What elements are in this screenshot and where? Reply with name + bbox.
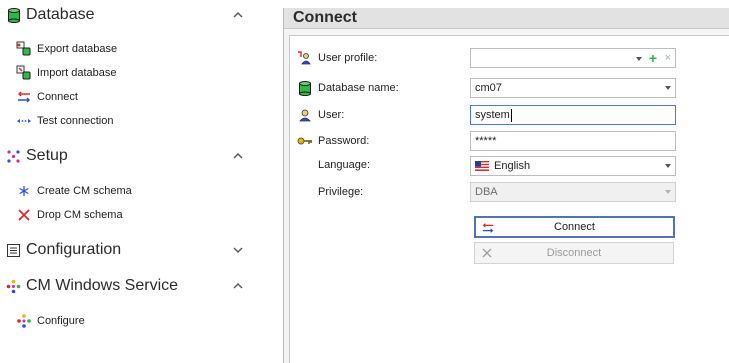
export-database-icon — [16, 41, 32, 57]
setup-dots-icon — [6, 149, 21, 164]
sidebar-item-test-connection[interactable]: Test connection — [16, 111, 113, 131]
sidebar-item-label: Export database — [37, 43, 118, 55]
sidebar-item-label: Drop CM schema — [37, 209, 123, 221]
group-header-configuration[interactable]: Configuration — [0, 237, 262, 263]
group-title: Database — [26, 6, 95, 23]
service-dots-icon — [6, 279, 21, 294]
sidebar-item-connect[interactable]: Connect — [16, 87, 78, 107]
chevron-down-icon[interactable] — [636, 57, 642, 61]
add-icon[interactable]: + — [649, 50, 657, 66]
chevron-down-icon[interactable] — [665, 86, 671, 90]
disconnect-x-icon — [480, 246, 494, 260]
sidebar-item-label: Test connection — [37, 115, 114, 127]
sidebar-item-drop-cm-schema[interactable]: Drop CM schema — [16, 205, 123, 225]
database-icon — [297, 80, 313, 96]
user-value: system — [475, 109, 510, 121]
chevron-down-icon[interactable] — [665, 164, 671, 168]
configure-dots-icon — [16, 313, 32, 329]
import-database-icon — [16, 65, 32, 81]
key-icon — [297, 133, 313, 149]
chevron-up-icon[interactable] — [232, 150, 244, 162]
connect-button-label: Connect — [554, 221, 595, 233]
user-label: User: — [318, 109, 345, 121]
language-value: English — [494, 160, 531, 172]
sidebar-item-label: Connect — [37, 91, 78, 103]
text-caret — [510, 108, 512, 122]
database-name-label: Database name: — [318, 82, 399, 94]
user-icon — [297, 107, 313, 123]
group-title: Configuration — [26, 241, 122, 258]
password-input[interactable]: ***** — [470, 131, 676, 151]
snowflake-icon — [16, 183, 32, 199]
splitter[interactable] — [270, 0, 284, 363]
database-name-select[interactable]: cm07 — [470, 78, 676, 98]
us-flag-icon — [475, 161, 489, 171]
privilege-select[interactable]: DBA — [470, 182, 676, 202]
password-label: Password: — [318, 135, 370, 147]
user-profile-icon — [297, 50, 313, 66]
group-header-cm-windows-service[interactable]: CM Windows Service — [0, 273, 262, 299]
user-profile-label: User profile: — [318, 52, 378, 64]
sidebar-item-label: Create CM schema — [37, 185, 132, 197]
sidebar-item-label: Import database — [37, 67, 117, 79]
privilege-label: Privilege: — [318, 186, 364, 198]
configuration-list-icon — [6, 243, 21, 258]
sidebar-item-create-cm-schema[interactable]: Create CM schema — [16, 181, 132, 201]
test-connection-icon — [16, 113, 32, 129]
group-title: Setup — [26, 147, 68, 164]
password-value: ***** — [475, 135, 497, 147]
sidebar-item-export-database[interactable]: Export database — [16, 39, 117, 59]
sidebar-item-configure[interactable]: Configure — [16, 311, 85, 331]
red-x-icon — [16, 207, 32, 223]
disconnect-button-label: Disconnect — [546, 247, 602, 259]
privilege-value: DBA — [475, 186, 498, 198]
sidebar: Database Export database Import database… — [0, 0, 270, 363]
sidebar-item-import-database[interactable]: Import database — [16, 63, 117, 83]
panel-title-bar: Connect — [284, 8, 729, 29]
language-select[interactable]: English — [470, 156, 676, 176]
group-header-database[interactable]: Database — [0, 2, 262, 28]
chevron-up-icon[interactable] — [232, 280, 244, 292]
database-name-value: cm07 — [475, 82, 502, 94]
language-label: Language: — [318, 159, 370, 171]
group-title: CM Windows Service — [26, 277, 179, 294]
connect-arrows-icon — [16, 89, 32, 105]
connect-button[interactable]: Connect — [474, 216, 675, 238]
sidebar-item-label: Configure — [37, 315, 85, 327]
disconnect-button[interactable]: Disconnect — [474, 242, 674, 264]
page-title: Connect — [293, 9, 357, 26]
connect-arrows-icon — [481, 221, 495, 235]
user-input[interactable]: system — [470, 105, 676, 125]
main-panel: Connect User profile: + × Database name:… — [284, 8, 729, 363]
connect-form: User profile: + × Database name: cm07 Us… — [289, 35, 729, 363]
group-header-setup[interactable]: Setup — [0, 143, 262, 169]
clear-icon[interactable]: × — [665, 51, 671, 65]
chevron-down-icon — [665, 190, 671, 194]
chevron-down-icon[interactable] — [232, 244, 244, 256]
user-profile-select[interactable]: + × — [470, 48, 676, 68]
database-icon — [6, 7, 21, 23]
chevron-up-icon[interactable] — [232, 9, 244, 21]
